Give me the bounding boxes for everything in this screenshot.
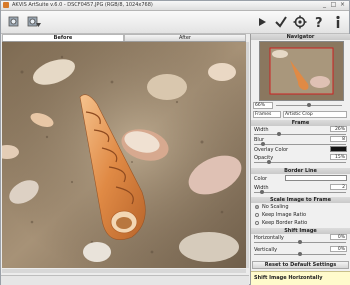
frame-width-field[interactable]: 26% xyxy=(330,126,347,132)
tab-after[interactable]: After xyxy=(124,34,246,41)
info-icon xyxy=(336,15,340,28)
overlay-color-label: Overlay Color xyxy=(254,147,289,153)
border-width-field[interactable]: 2 xyxy=(330,184,347,190)
radio-keep-border-ratio[interactable] xyxy=(255,221,259,225)
window-title: AKVIS ArtSuite v.6.0 - DSCF0457.JPG (RGB… xyxy=(12,2,153,8)
blur-thumb[interactable] xyxy=(261,142,266,146)
opacity-field[interactable]: 15% xyxy=(330,154,347,160)
border-color-label: Color xyxy=(254,176,268,182)
blur-field[interactable]: 8 xyxy=(330,136,347,142)
settings-icon xyxy=(293,15,307,29)
help-icon: ? xyxy=(315,16,323,29)
no-scaling-label: No Scaling xyxy=(262,204,289,210)
frame-width-thumb[interactable] xyxy=(276,132,281,136)
border-width-thumb[interactable] xyxy=(260,190,264,194)
vertical-shift-field[interactable]: 0% xyxy=(330,246,347,252)
scale-section-header: Scale Image to Frame xyxy=(251,197,350,203)
reset-defaults-button[interactable]: Reset to Default Settings xyxy=(252,261,349,269)
horizontal-scrollbar[interactable] xyxy=(2,269,246,273)
frame-type-select[interactable]: Artistic Crop xyxy=(283,111,347,118)
app-logo-icon xyxy=(3,2,9,8)
navigator-preview[interactable] xyxy=(259,41,344,101)
effect-category-select[interactable]: Frames xyxy=(253,111,281,118)
frame-width-label: Width xyxy=(254,127,269,133)
keep-border-ratio-label: Keep Border Ratio xyxy=(262,220,308,226)
info-button[interactable] xyxy=(329,13,347,31)
app-window: AKVIS ArtSuite v.6.0 - DSCF0457.JPG (RGB… xyxy=(0,0,350,285)
image-canvas[interactable] xyxy=(2,42,246,268)
radio-no-scaling[interactable] xyxy=(255,205,259,209)
zoom-slider-thumb[interactable] xyxy=(307,103,311,107)
view-tabs: Before After xyxy=(2,34,246,42)
apply-icon xyxy=(275,16,287,28)
minimize-button[interactable]: _ xyxy=(321,2,328,8)
title-bar: AKVIS ArtSuite v.6.0 - DSCF0457.JPG (RGB… xyxy=(1,1,349,11)
vertical-scrollbar[interactable] xyxy=(246,42,249,268)
settings-button[interactable] xyxy=(291,13,309,31)
overlay-color-swatch[interactable] xyxy=(330,146,347,152)
horizontal-shift-field[interactable]: 0% xyxy=(330,234,347,240)
blur-track[interactable] xyxy=(254,144,346,145)
close-window-button[interactable]: × xyxy=(339,2,346,8)
border-line-header: Border Line xyxy=(251,168,350,174)
status-bar xyxy=(1,275,249,285)
zoom-select[interactable]: 66% xyxy=(253,102,273,109)
apply-button[interactable] xyxy=(272,13,290,31)
open-image-button[interactable] xyxy=(5,13,23,31)
radio-keep-image-ratio[interactable] xyxy=(255,213,259,217)
svg-text:?: ? xyxy=(315,16,323,29)
keep-image-ratio-label: Keep Image Ratio xyxy=(262,212,307,218)
settings-panel: Navigator 66% Frames Artistic Crop Frame… xyxy=(250,34,350,285)
vertical-shift-thumb[interactable] xyxy=(298,252,302,256)
hint-box: Shift Image Horizontally xyxy=(251,271,350,285)
help-button[interactable]: ? xyxy=(310,13,328,31)
tab-before[interactable]: Before xyxy=(2,34,124,41)
run-button[interactable] xyxy=(253,13,271,31)
border-color-swatch[interactable] xyxy=(285,175,347,181)
hint-text: Shift Image Horizontally xyxy=(254,275,323,281)
run-icon xyxy=(259,18,266,26)
maximize-button[interactable]: □ xyxy=(330,2,337,8)
open-image-icon xyxy=(8,16,19,27)
navigator-header: Navigator xyxy=(251,34,350,40)
vertically-label: Vertically xyxy=(254,247,278,253)
horizontally-label: Horizontally xyxy=(254,235,284,241)
save-image-button[interactable] xyxy=(25,13,43,31)
border-width-track[interactable] xyxy=(254,192,346,193)
horizontal-shift-thumb[interactable] xyxy=(298,240,302,244)
save-image-icon xyxy=(27,16,41,27)
frame-width-track[interactable] xyxy=(254,134,346,135)
opacity-thumb[interactable] xyxy=(267,160,272,164)
seashell-photo xyxy=(2,42,246,268)
navigator-thumbnail xyxy=(260,42,343,100)
toolbar: ? xyxy=(1,11,349,34)
